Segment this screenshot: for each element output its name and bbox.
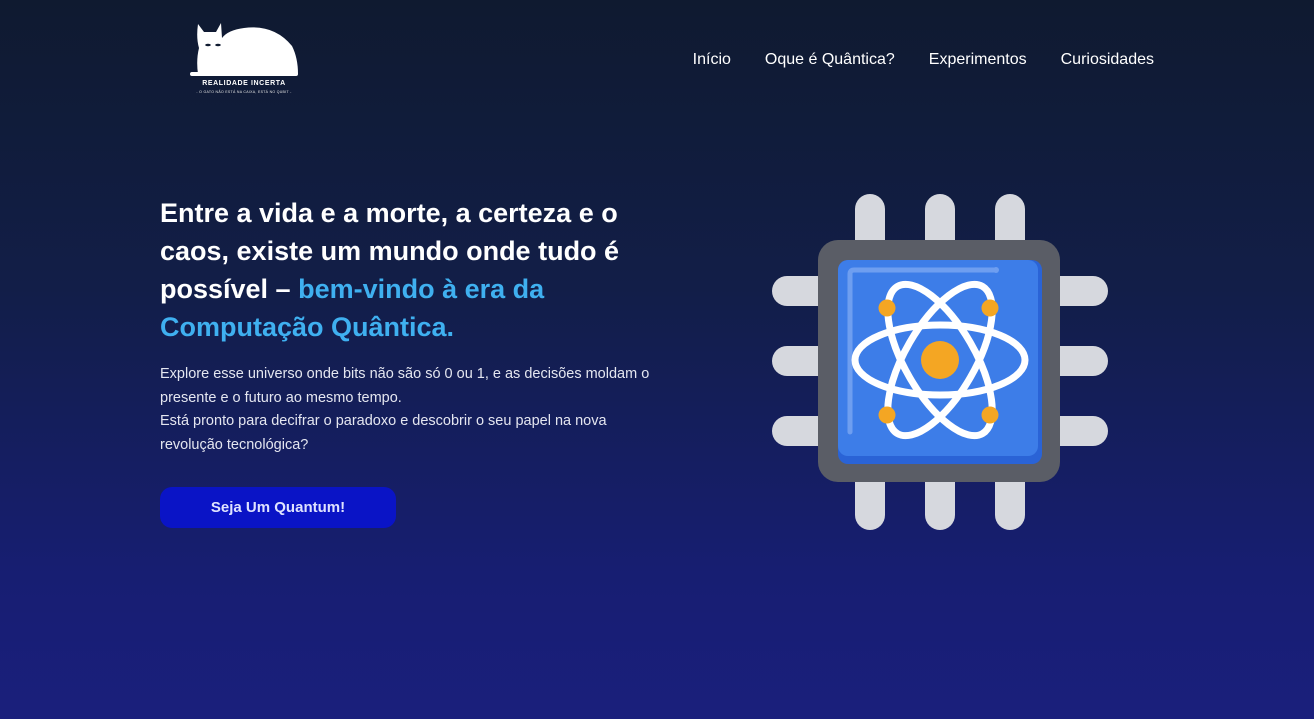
nav-link-experimentos[interactable]: Experimentos — [929, 49, 1027, 71]
cat-logo-icon — [190, 23, 298, 76]
hero-section: Entre a vida e a morte, a certeza e o ca… — [160, 194, 650, 457]
quantum-chip-icon — [772, 194, 1108, 530]
main-nav: Início Oque é Quântica? Experimentos Cur… — [693, 49, 1154, 71]
nav-link-curiosidades[interactable]: Curiosidades — [1061, 49, 1154, 71]
hero-description: Explore esse universo onde bits não são … — [160, 363, 650, 457]
site-header: REALIDADE INCERTA - O GATO NÃO ESTÁ NA C… — [0, 0, 1314, 120]
description-line-1: Explore esse universo onde bits não são … — [160, 366, 650, 406]
hero-headline: Entre a vida e a morte, a certeza e o ca… — [160, 194, 650, 346]
nav-link-o-que-e-quantica[interactable]: Oque é Quântica? — [765, 49, 895, 71]
atom-nucleus — [921, 341, 959, 379]
description-line-2: Está pronto para decifrar o paradoxo e d… — [160, 413, 607, 453]
nav-link-inicio[interactable]: Início — [693, 49, 731, 71]
seja-um-quantum-button[interactable]: Seja Um Quantum! — [160, 487, 396, 528]
brand-tagline: - O GATO NÃO ESTÁ NA CAIXA, ESTÁ NO QUBI… — [196, 90, 292, 94]
brand-name: REALIDADE INCERTA — [202, 80, 286, 87]
brand-logo[interactable]: REALIDADE INCERTA - O GATO NÃO ESTÁ NA C… — [186, 20, 306, 100]
